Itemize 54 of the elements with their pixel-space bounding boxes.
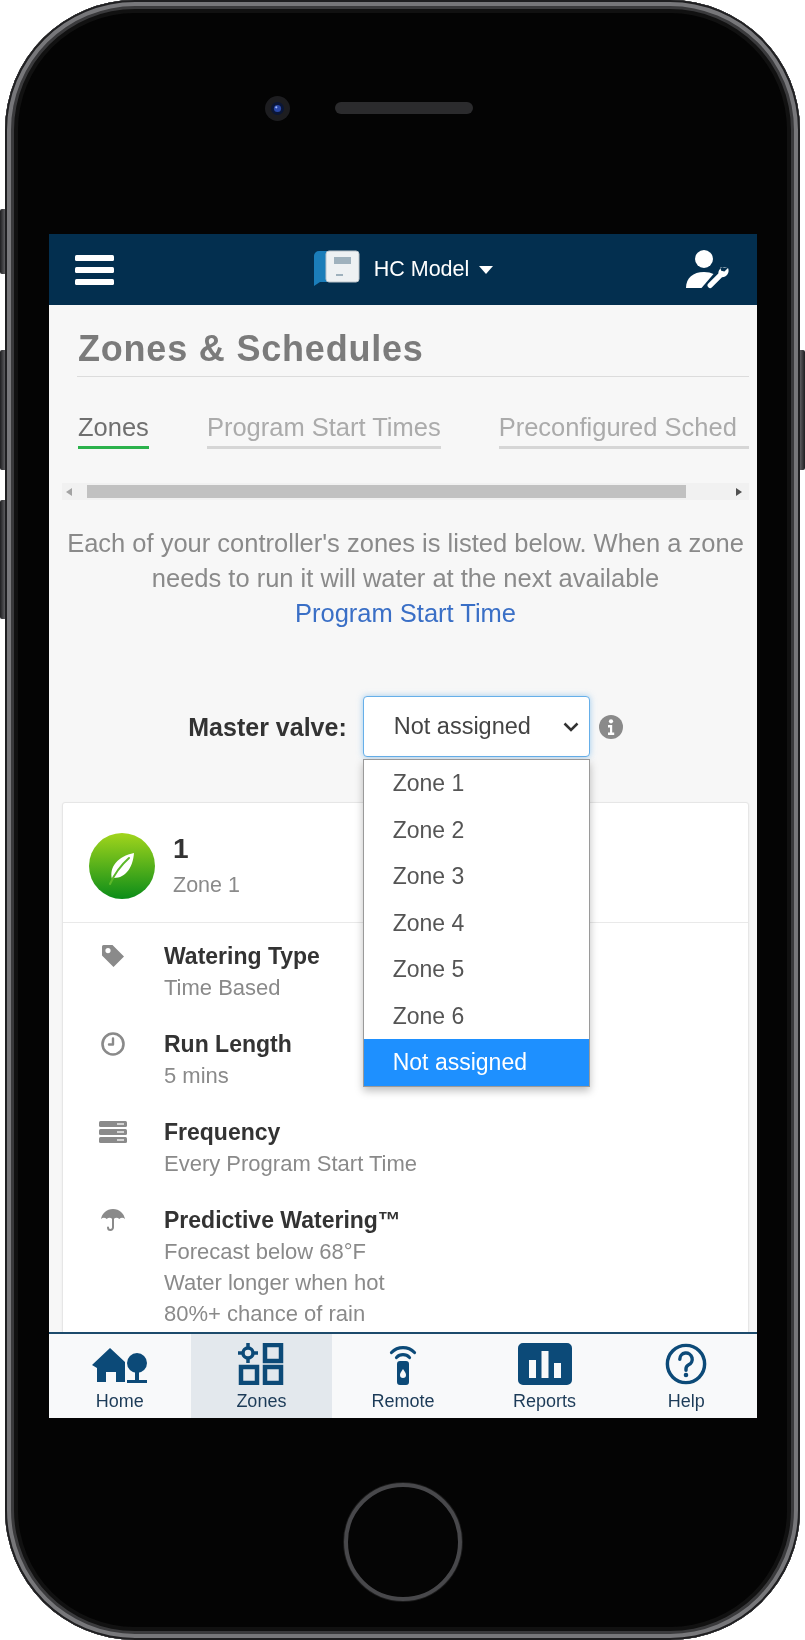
- person-wrench-icon[interactable]: [686, 248, 730, 291]
- detail-value: Forecast below 68°F: [164, 1238, 366, 1266]
- master-valve-select[interactable]: Not assigned: [362, 696, 590, 757]
- detail-title: Run Length: [164, 1030, 292, 1059]
- zone-name: Zone 1: [173, 871, 240, 899]
- chevron-down-icon: [562, 721, 579, 732]
- grid-icon: [238, 1343, 285, 1385]
- nav-tab[interactable]: Reports: [473, 1334, 616, 1418]
- nav-tab[interactable]: Help: [615, 1334, 757, 1418]
- speaker-grille-icon: [335, 102, 473, 114]
- description-text: Each of your controller's zones is listed below. When a zone needs to run it will water at the next available Program Start Time: [66, 527, 745, 629]
- detail-value: Time Based: [164, 974, 281, 1002]
- program-start-time-link[interactable]: Program Start Time: [294, 598, 517, 627]
- bar-chart-icon: [517, 1343, 572, 1385]
- dropdown-option[interactable]: Zone 2: [363, 806, 589, 853]
- detail-title: Frequency: [164, 1118, 281, 1147]
- nav-tab[interactable]: Remote: [332, 1334, 474, 1418]
- dropdown-option[interactable]: Zone 4: [363, 899, 589, 946]
- controller-device-icon: [311, 250, 360, 286]
- clock-icon: [99, 1031, 126, 1057]
- side-button[interactable]: [800, 350, 805, 470]
- detail-value: 80%+ chance of rain: [164, 1300, 366, 1328]
- device-selector[interactable]: HC Model: [311, 253, 494, 286]
- detail-title: Watering Type: [164, 942, 320, 971]
- tag-icon: [99, 943, 126, 969]
- side-button[interactable]: [0, 350, 5, 470]
- detail-value: 5 mins: [164, 1062, 229, 1090]
- dropdown-option[interactable]: Zone 1: [363, 760, 589, 807]
- caret-down-icon: [479, 265, 494, 274]
- remote-icon: [389, 1343, 417, 1385]
- help-icon: [664, 1343, 709, 1385]
- info-icon[interactable]: [598, 714, 623, 739]
- page-title: Zones & Schedules: [78, 327, 424, 371]
- nav-tab[interactable]: Home: [49, 1334, 191, 1418]
- nav-tab[interactable]: Zones: [190, 1334, 333, 1418]
- detail-value: Water longer when hot: [164, 1269, 385, 1297]
- umbrella-icon: [99, 1207, 126, 1233]
- dropdown-option[interactable]: Zone 5: [363, 946, 589, 993]
- detail-title: Predictive Watering™: [164, 1206, 401, 1235]
- side-button[interactable]: [0, 500, 5, 619]
- zone-number: 1: [173, 831, 189, 866]
- tab[interactable]: Zones: [78, 412, 149, 449]
- dropdown-option[interactable]: Zone 6: [363, 992, 589, 1039]
- right-arrow-icon[interactable]: [736, 487, 742, 496]
- stacked-bars-icon: [98, 1121, 127, 1143]
- side-button[interactable]: [0, 209, 5, 274]
- scrollbar-thumb[interactable]: [87, 485, 686, 498]
- camera-icon: [265, 96, 290, 121]
- master-valve-label: Master valve:: [188, 711, 347, 742]
- menu-icon[interactable]: [75, 254, 114, 285]
- detail-value: Every Program Start Time: [164, 1150, 418, 1178]
- dropdown-option[interactable]: Zone 3: [363, 853, 589, 900]
- leaf-icon: [89, 832, 155, 899]
- left-arrow-icon[interactable]: [66, 487, 72, 496]
